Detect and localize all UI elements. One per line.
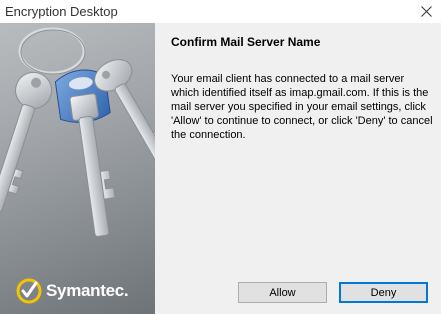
close-button[interactable] (411, 0, 441, 23)
allow-button[interactable]: Allow (238, 282, 327, 303)
keys-illustration (0, 27, 155, 237)
dialog-message: Your email client has connected to a mai… (171, 73, 433, 141)
window-title: Encryption Desktop (5, 4, 118, 19)
close-icon (420, 6, 432, 17)
content-panel: Confirm Mail Server Name Your email clie… (155, 23, 441, 314)
dialog-body: Symantec. Confirm Mail Server Name Your … (0, 23, 441, 314)
dialog-window: Encryption Desktop Symantec. Confirm Mai… (0, 0, 441, 314)
brand-name: Symantec. (46, 281, 129, 300)
side-panel: Symantec. (0, 23, 155, 314)
dialog-heading: Confirm Mail Server Name (171, 35, 321, 49)
deny-button[interactable]: Deny (339, 282, 428, 303)
symantec-logo-icon (16, 278, 42, 304)
brand-logo: Symantec. (16, 278, 129, 304)
title-bar[interactable]: Encryption Desktop (0, 0, 441, 23)
